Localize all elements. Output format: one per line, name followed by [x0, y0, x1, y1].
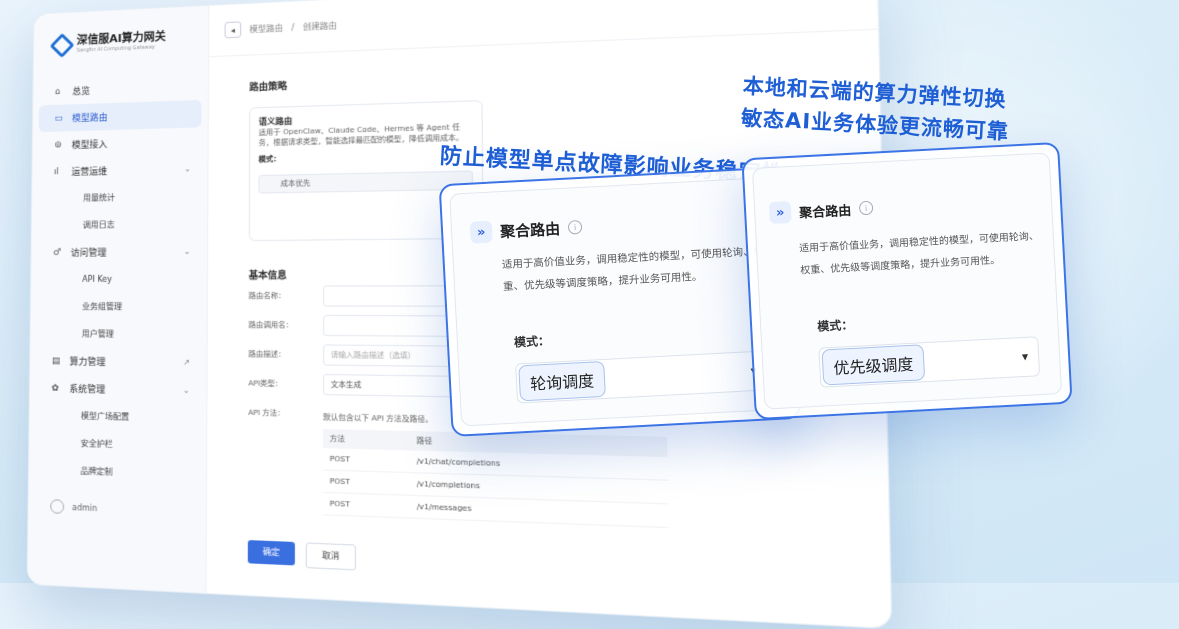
mode-label: 模式：: [513, 333, 551, 350]
cancel-button[interactable]: 取消: [305, 542, 356, 571]
confirm-button[interactable]: 确定: [247, 540, 295, 566]
sidebar: 深信服AI算力网关 Sangfor AI Computing Gateway ⌂…: [27, 5, 210, 594]
avatar: [50, 499, 65, 514]
breadcrumb-current: 创建路由: [302, 20, 337, 32]
field-label: 路由描述：: [248, 350, 286, 359]
table-header: 方法: [323, 429, 410, 451]
mode-select[interactable]: 优先级调度 ▼: [818, 336, 1041, 388]
key-icon: ♂: [52, 247, 61, 258]
gear-icon: ✿: [51, 383, 59, 394]
home-icon: ⌂: [54, 86, 61, 97]
sidebar-item-compute[interactable]: ▤ 算力管理 ↗: [30, 347, 207, 377]
sidebar-item-biz-group[interactable]: 业务组管理: [31, 293, 207, 321]
card-header: » 聚合路由 i: [469, 216, 583, 244]
mode-select[interactable]: 轮询调度 ▼: [515, 350, 769, 404]
info-icon[interactable]: i: [567, 219, 583, 235]
info-icon[interactable]: i: [858, 200, 874, 216]
sidebar-item-ops[interactable]: ıl 运营运维 ⌄: [32, 155, 207, 186]
sidebar-item-call-log[interactable]: 调用日志: [32, 210, 208, 239]
plug-icon: ⊚: [54, 139, 62, 150]
caret-down-icon: ▼: [1021, 352, 1029, 362]
server-icon: ▤: [51, 355, 61, 366]
card-title: 聚合路由: [798, 203, 852, 222]
api-table: 方法 路径 POST/v1/chat/completions POST/v1/co…: [323, 429, 669, 528]
field-label: 路由调用名：: [248, 320, 294, 330]
sidebar-item-branding[interactable]: 品牌定制: [29, 456, 206, 489]
aggregate-route-card-priority[interactable]: » 聚合路由 i 适用于高价值业务，调用稳定性的模型，可使用轮询、权重、优先级等…: [741, 141, 1073, 421]
card-header: » 聚合路由 i: [768, 197, 874, 225]
logo-icon: [51, 34, 69, 52]
chevron-down-icon: ⌄: [183, 246, 191, 257]
card-desc: 适用于高价值业务，调用稳定性的模型，可使用轮询、权重、优先级等调度策略，提升业务…: [501, 245, 765, 294]
sidebar-item-usage[interactable]: 用量统计: [32, 182, 207, 212]
chevron-down-icon: ⌄: [182, 385, 190, 395]
form-actions: 确定 取消: [247, 540, 356, 571]
breadcrumb-separator: /: [291, 22, 295, 32]
sidebar-item-users[interactable]: 用户管理: [30, 320, 206, 349]
table-cell: POST: [323, 448, 410, 473]
field-label: API类型：: [248, 379, 283, 389]
back-icon[interactable]: ◂: [224, 21, 242, 39]
table-cell: POST: [323, 492, 410, 519]
user-menu[interactable]: admin: [50, 499, 97, 515]
mode-value: 优先级调度: [821, 344, 926, 386]
sidebar-item-model-access[interactable]: ⊚ 模型接入: [33, 127, 208, 159]
chevron-down-icon: ⌄: [184, 164, 192, 174]
sidebar-item-api-key[interactable]: API Key: [31, 265, 207, 293]
breadcrumb: ◂ 模型路由 / 创建路由: [208, 0, 879, 58]
logo: 深信服AI算力网关 Sangfor AI Computing Gateway: [34, 6, 209, 68]
card-title: 聚合路由: [499, 219, 561, 241]
mode-value: 轮询调度: [518, 360, 606, 402]
external-link-icon: ↗: [183, 357, 190, 368]
route-merge-icon: »: [469, 220, 493, 244]
sidebar-item-system[interactable]: ✿ 系统管理 ⌄: [30, 374, 207, 404]
route-merge-icon: »: [768, 200, 792, 225]
mode-label: 模式：: [816, 317, 854, 334]
chart-icon: ıl: [53, 166, 59, 177]
card-inner: » 聚合路由 i 适用于高价值业务，调用稳定性的模型，可使用轮询、权重、优先级等…: [751, 152, 1063, 410]
sidebar-item-model-square[interactable]: 模型广场配置: [29, 401, 206, 432]
route-icon: ▭: [54, 113, 63, 124]
card-desc: 适用于高价值业务，调用稳定性的模型，可使用轮询、权重、优先级等调度策略，提升业务…: [798, 231, 1040, 277]
card-inner: » 聚合路由 i 适用于高价值业务，调用稳定性的模型，可使用轮询、权重、优先级等…: [449, 176, 791, 427]
table-cell: POST: [323, 470, 410, 496]
field-label: API 方法：: [248, 408, 285, 418]
user-name: admin: [72, 502, 98, 513]
field-label: 路由名称：: [248, 291, 286, 301]
breadcrumb-parent[interactable]: 模型路由: [249, 22, 283, 35]
sidebar-nav: ⌂ 总览 ▭ 模型路由 ⊚ 模型接入 ıl 运营运维 ⌄ 用量统计 调用日志 ♂ 访问管理 ⌄…: [29, 72, 208, 489]
sidebar-item-access[interactable]: ♂ 访问管理 ⌄: [31, 237, 207, 266]
